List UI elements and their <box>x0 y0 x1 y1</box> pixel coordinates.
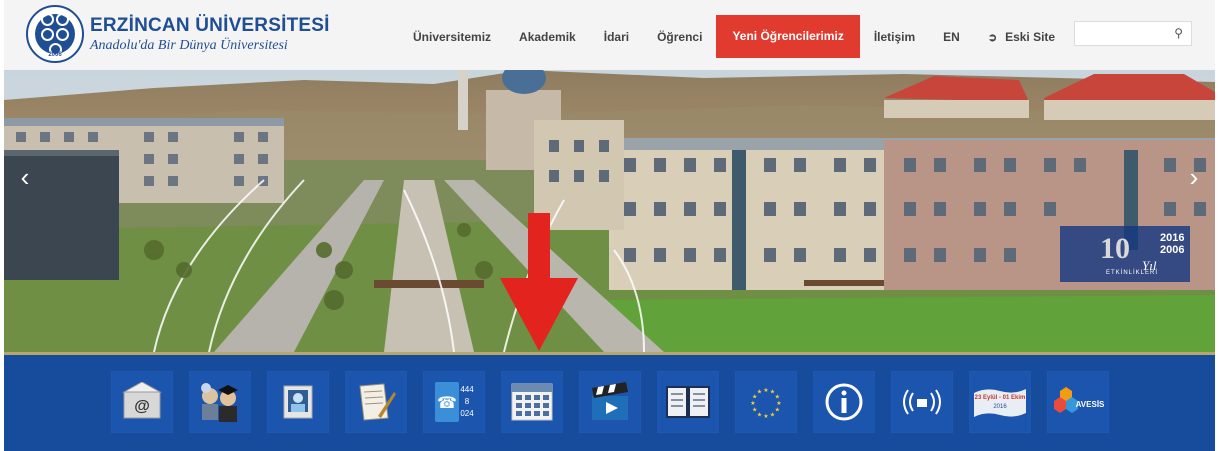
eu-stars-icon[interactable]: ★ ★ ★ ★ ★ ★ ★ ★ ★ ★ ★ ★ <box>735 371 797 433</box>
chevron-left-icon[interactable]: ‹ <box>10 162 40 192</box>
site-logo[interactable]: 2006 ERZİNCAN ÜNİVERSİTESİ Anadolu'da Bi… <box>26 4 330 64</box>
avesis-icon[interactable]: AVESİS <box>1047 371 1109 433</box>
nav-item-iletisim[interactable]: İletişim <box>860 17 929 57</box>
nav-item-idari[interactable]: İdari <box>590 17 643 57</box>
anniversary-number: 10 <box>1100 232 1130 265</box>
svg-text:★: ★ <box>775 407 780 414</box>
nav-item-akademik[interactable]: Akademik <box>505 17 590 57</box>
seal-year: 2006 <box>48 52 62 58</box>
page: 2006 ERZİNCAN ÜNİVERSİTESİ Anadolu'da Bi… <box>4 0 1215 451</box>
svg-text:★: ★ <box>763 387 768 394</box>
brand-name: ERZİNCAN ÜNİVERSİTESİ <box>90 14 330 36</box>
svg-text:23 Eylül - 01 Ekim: 23 Eylül - 01 Ekim <box>975 395 1026 401</box>
nav-item-eski-site[interactable]: ➲ Eski Site <box>974 17 1069 57</box>
svg-text:★: ★ <box>763 413 768 420</box>
nav-item-universitemiz[interactable]: Üniversitemiz <box>399 17 505 57</box>
quick-links-bar: @ ☎ 444 8 024 ★ ★ ★ ★ ★ ★ ★ ★ ★ ★ ★ ★ 23… <box>4 355 1215 451</box>
svg-text:024: 024 <box>460 409 474 418</box>
hero-slider: ‹ › 10 2016 2006 Yıl ETKİNLİKLERİ <box>4 70 1215 352</box>
svg-text:★: ★ <box>770 411 775 418</box>
search-input[interactable] <box>1075 22 1177 45</box>
video-clapper-icon[interactable] <box>579 371 641 433</box>
event-banner-icon[interactable]: 23 Eylül - 01 Ekim 2016 <box>969 371 1031 433</box>
search-box: ⚲ <box>1074 21 1192 46</box>
nav-item-ogrenci[interactable]: Öğrenci <box>643 17 716 57</box>
svg-text:2016: 2016 <box>993 404 1007 410</box>
anniversary-years: 2016 2006 <box>1160 232 1185 256</box>
brand-slogan: Anadolu'da Bir Dünya Üniversitesi <box>90 37 288 53</box>
wireless-icon[interactable] <box>891 371 953 433</box>
document-signing-icon[interactable] <box>345 371 407 433</box>
chevron-right-icon[interactable]: › <box>1179 162 1209 192</box>
svg-text:★: ★ <box>757 389 762 396</box>
svg-text:★: ★ <box>752 407 757 414</box>
svg-text:★: ★ <box>757 411 762 418</box>
anniversary-caption: ETKİNLİKLERİ <box>1106 270 1159 276</box>
site-header: 2006 ERZİNCAN ÜNİVERSİTESİ Anadolu'da Bi… <box>4 0 1215 71</box>
svg-text:☎: ☎ <box>437 395 457 412</box>
campus-photo <box>4 70 1215 352</box>
info-icon[interactable] <box>813 371 875 433</box>
svg-text:★: ★ <box>775 394 780 401</box>
academic-staff-icon[interactable] <box>189 371 251 433</box>
anniversary-badge[interactable]: 10 2016 2006 Yıl ETKİNLİKLERİ <box>1060 226 1190 282</box>
red-down-arrow-icon <box>500 213 578 351</box>
svg-text:8: 8 <box>465 397 470 406</box>
phone-directory-icon[interactable]: ☎ 444 8 024 <box>423 371 485 433</box>
svg-text:AVESİS: AVESİS <box>1076 400 1104 409</box>
external-link-icon: ➲ <box>987 32 998 44</box>
svg-text:@: @ <box>134 398 150 415</box>
book-icon[interactable] <box>657 371 719 433</box>
svg-text:★: ★ <box>750 400 755 407</box>
nav-item-yeni-ogrencilerimiz[interactable]: Yeni Öğrencilerimiz <box>716 14 860 58</box>
university-seal-icon: 2006 <box>26 5 84 63</box>
search-icon[interactable]: ⚲ <box>1174 26 1183 40</box>
main-nav: Üniversitemiz Akademik İdari Öğrenci Yen… <box>399 14 1069 58</box>
email-icon[interactable]: @ <box>111 371 173 433</box>
calendar-icon[interactable] <box>501 371 563 433</box>
student-portal-icon[interactable] <box>267 371 329 433</box>
nav-item-eski-site-label: Eski Site <box>1005 30 1056 44</box>
nav-item-language-en[interactable]: EN <box>929 17 974 57</box>
svg-text:444: 444 <box>460 385 474 394</box>
